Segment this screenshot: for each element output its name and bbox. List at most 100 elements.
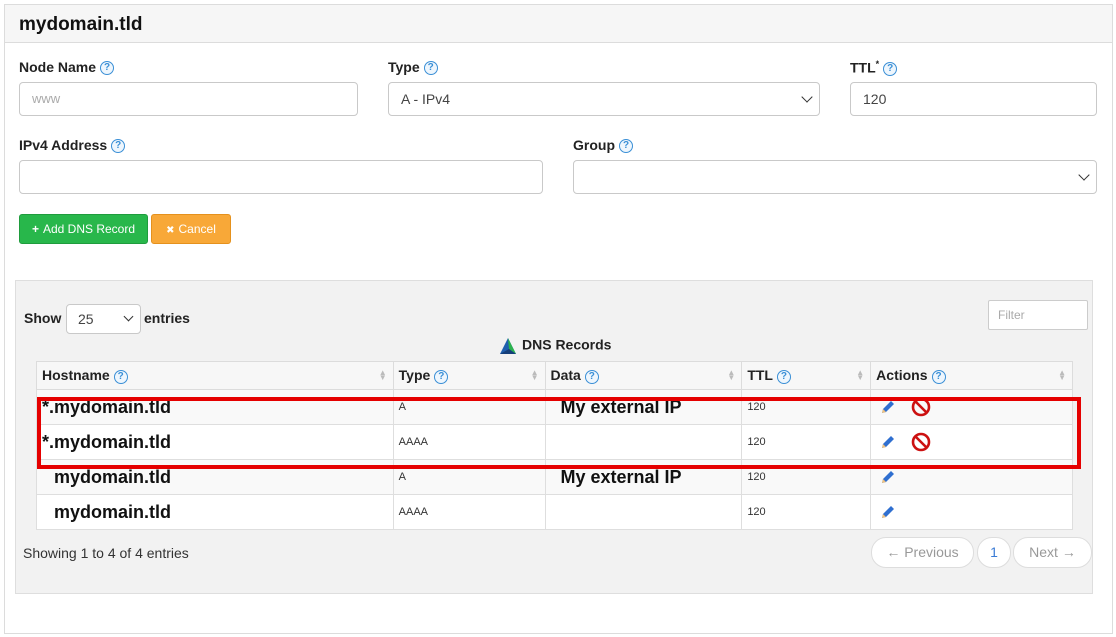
hostname-cell: *.mydomain.tld xyxy=(36,389,394,425)
cancel-label: Cancel xyxy=(178,222,216,236)
node-name-label: Node Name? xyxy=(19,59,115,76)
sort-icon: ▲ ▼ xyxy=(727,368,736,382)
data-cell: My external IP xyxy=(544,389,743,425)
column-header-actions[interactable]: Actions? ▲ ▼ xyxy=(870,361,1073,390)
column-header-type[interactable]: Type? ▲ ▼ xyxy=(392,361,546,390)
help-icon[interactable]: ? xyxy=(100,61,115,76)
table-row: *.mydomain.tld A My external IP 120 xyxy=(36,389,1073,425)
hostname-text: mydomain.tld xyxy=(54,501,172,522)
type-cell: A xyxy=(392,459,546,495)
help-icon[interactable]: ? xyxy=(584,369,599,384)
help-icon[interactable]: ? xyxy=(423,61,438,76)
column-header-ttl[interactable]: TTL? ▲ ▼ xyxy=(741,361,872,390)
column-header-data[interactable]: Data? ▲ ▼ xyxy=(544,361,743,390)
table-title-text: DNS Records xyxy=(522,336,612,353)
data-cell xyxy=(544,494,743,530)
hostname-cell: *.mydomain.tld xyxy=(36,424,394,460)
ttl-cell: 120 xyxy=(741,459,872,495)
table-row: *.mydomain.tld AAAA 120 xyxy=(36,424,1073,460)
pencil-icon[interactable] xyxy=(880,469,896,485)
sort-icon: ▲ ▼ xyxy=(530,368,539,382)
table-row: mydomain.tld AAAA 120 xyxy=(36,494,1073,530)
dns-records-table: Hostname? ▲ ▼ Type? ▲ ▼ Data? ▲ ▼ TTL? ▲ ▼ Actio… xyxy=(36,361,1073,530)
entries-label: entries xyxy=(144,310,190,326)
help-icon[interactable]: ? xyxy=(434,369,449,384)
ttl-label-text: TTL xyxy=(850,59,876,76)
chevron-down-icon xyxy=(1078,169,1090,181)
hostname-text: *.mydomain.tld xyxy=(42,431,172,452)
hostname-cell: mydomain.tld xyxy=(36,494,394,530)
sort-icon: ▲ ▼ xyxy=(1058,368,1066,382)
help-icon[interactable]: ? xyxy=(883,61,898,76)
ttl-cell: 120 xyxy=(741,424,872,460)
data-text: My external IP xyxy=(560,466,682,487)
data-text: My external IP xyxy=(560,396,682,417)
required-mark: * xyxy=(875,59,880,69)
group-label: Group? xyxy=(573,137,633,154)
column-label: TTL xyxy=(747,367,773,384)
chevron-down-icon xyxy=(123,311,134,322)
page-1-button[interactable]: 1 xyxy=(977,537,1011,568)
close-icon: ✖ xyxy=(166,225,175,236)
node-name-input[interactable]: www xyxy=(19,82,358,116)
group-select[interactable] xyxy=(573,160,1097,194)
table-title: DNS Records xyxy=(498,336,611,356)
help-icon[interactable]: ? xyxy=(113,369,128,384)
table-header-row: Hostname? ▲ ▼ Type? ▲ ▼ Data? ▲ ▼ TTL? ▲ ▼ Actio… xyxy=(36,361,1073,390)
actions-cell xyxy=(870,494,1073,530)
hostname-text: *.mydomain.tld xyxy=(42,396,172,417)
previous-page-button[interactable]: ← Previous xyxy=(871,537,974,568)
ipv4-label-text: IPv4 Address xyxy=(19,137,108,153)
type-label: Type? xyxy=(388,59,438,76)
add-dns-record-button[interactable]: + Add DNS Record xyxy=(19,214,148,244)
help-icon[interactable]: ? xyxy=(111,139,126,154)
type-label-text: Type xyxy=(388,59,420,75)
ttl-input[interactable]: 120 xyxy=(850,82,1097,116)
plus-icon: + xyxy=(31,222,39,236)
pencil-icon[interactable] xyxy=(880,399,896,415)
type-select[interactable]: A - IPv4 xyxy=(388,82,820,116)
actions-cell xyxy=(870,459,1073,495)
ttl-cell: 120 xyxy=(741,389,872,425)
actions-cell xyxy=(870,424,1073,460)
filter-input[interactable]: Filter xyxy=(988,300,1088,330)
page-size-select[interactable]: 25 xyxy=(66,304,141,334)
node-name-label-text: Node Name xyxy=(19,59,97,75)
panel-header: mydomain.tld xyxy=(5,5,1112,43)
chevron-down-icon xyxy=(801,91,813,103)
help-icon[interactable]: ? xyxy=(619,139,633,154)
table-row: mydomain.tld A My external IP 120 xyxy=(36,459,1073,495)
dns-logo-icon xyxy=(500,338,516,354)
column-label: Data xyxy=(550,367,581,384)
pencil-icon[interactable] xyxy=(880,434,896,450)
next-page-button[interactable]: Next → xyxy=(1013,537,1092,568)
pencil-icon[interactable] xyxy=(880,504,896,520)
table-info: Showing 1 to 4 of 4 entries xyxy=(23,545,189,561)
actions-cell xyxy=(870,389,1073,425)
ipv4-address-input[interactable] xyxy=(19,160,543,194)
data-cell: My external IP xyxy=(544,459,743,495)
add-dns-record-label: Add DNS Record xyxy=(42,222,136,236)
help-icon[interactable]: ? xyxy=(776,369,791,384)
ttl-cell: 120 xyxy=(741,494,872,530)
ttl-label: TTL*? xyxy=(850,59,898,76)
sort-icon: ▲ ▼ xyxy=(378,368,387,382)
help-icon[interactable]: ? xyxy=(931,369,946,384)
delete-icon[interactable] xyxy=(911,397,931,417)
delete-icon[interactable] xyxy=(911,432,931,452)
data-text xyxy=(551,432,561,452)
column-label: Hostname xyxy=(42,367,110,384)
show-label: Show xyxy=(24,310,62,326)
ipv4-label: IPv4 Address? xyxy=(19,137,126,154)
hostname-text: mydomain.tld xyxy=(54,466,172,487)
page-size-value: 25 xyxy=(78,311,94,327)
cancel-button[interactable]: ✖ Cancel xyxy=(151,214,231,244)
data-cell xyxy=(544,424,743,460)
column-header-hostname[interactable]: Hostname? ▲ ▼ xyxy=(36,361,394,390)
type-cell: A xyxy=(392,389,546,425)
sort-icon: ▲ ▼ xyxy=(856,368,865,382)
page-title: mydomain.tld xyxy=(19,14,143,35)
hostname-cell: mydomain.tld xyxy=(36,459,394,495)
column-label: Type xyxy=(398,367,431,384)
type-select-value: A - IPv4 xyxy=(401,91,451,107)
